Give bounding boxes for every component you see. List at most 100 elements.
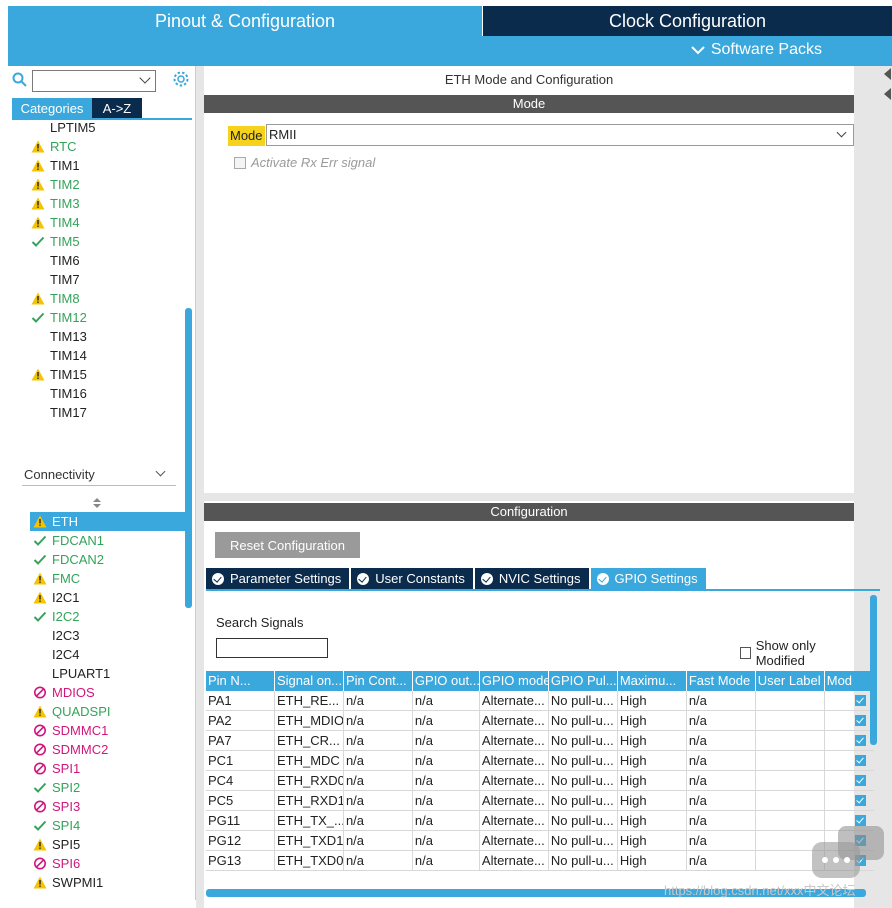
- modified-checkbox[interactable]: [854, 715, 866, 726]
- tab-nvic-settings[interactable]: NVIC Settings: [474, 568, 589, 589]
- sidebar-item-tim13[interactable]: TIM13: [28, 327, 184, 346]
- table-row[interactable]: PC4 ETH_RXD0 n/a n/a Alternate... No pull-u..…: [206, 771, 874, 791]
- gear-icon[interactable]: [172, 70, 190, 88]
- column-header[interactable]: GPIO Pul...: [549, 671, 618, 691]
- column-header[interactable]: Pin Cont...: [344, 671, 413, 691]
- sidebar-item-spi6[interactable]: SPI6: [30, 854, 186, 873]
- tab-gpio-settings[interactable]: GPIO Settings: [590, 568, 706, 589]
- sidebar-item-lptim5[interactable]: LPTIM5: [28, 118, 184, 137]
- chevron-down-icon[interactable]: [836, 127, 847, 138]
- sidebar-item-spi2[interactable]: SPI2: [30, 778, 186, 797]
- sidebar-item-mdios[interactable]: MDIOS: [30, 683, 186, 702]
- table-cell: High: [618, 691, 687, 711]
- rx-err-option[interactable]: Activate Rx Err signal: [234, 155, 375, 170]
- modified-checkbox[interactable]: [854, 695, 866, 706]
- show-only-modified-checkbox[interactable]: [740, 647, 751, 659]
- sidebar-item-spi1[interactable]: SPI1: [30, 759, 186, 778]
- sort-arrows-icon[interactable]: [92, 497, 102, 509]
- sidebar-item-tim4[interactable]: TIM4: [28, 213, 184, 232]
- table-row[interactable]: PC1 ETH_MDC n/a n/a Alternate... No pull-u...…: [206, 751, 874, 771]
- software-packs-menu[interactable]: Software Packs: [691, 41, 822, 59]
- table-row[interactable]: PG13 ETH_TXD0 n/a n/a Alternate... No pull-u.…: [206, 851, 874, 871]
- table-cell: No pull-u...: [549, 851, 618, 871]
- sidebar-item-spi4[interactable]: SPI4: [30, 816, 186, 835]
- panel-toggle-icon[interactable]: [882, 66, 892, 106]
- sidebar-item-i2c1[interactable]: I2C1: [30, 588, 186, 607]
- sidebar-item-i2c4[interactable]: I2C4: [30, 645, 186, 664]
- sidebar-item-quadspi[interactable]: QUADSPI: [30, 702, 186, 721]
- column-header[interactable]: User Label: [756, 671, 825, 691]
- sidebar-item-lpuart1[interactable]: LPUART1: [30, 664, 186, 683]
- tab-clock-configuration[interactable]: Clock Configuration: [483, 6, 892, 36]
- search-signals-input[interactable]: [216, 638, 328, 658]
- table-row[interactable]: PG11 ETH_TX_... n/a n/a Alternate... No pull-…: [206, 811, 874, 831]
- table-cell: n/a: [413, 831, 480, 851]
- sidebar-item-fdcan1[interactable]: FDCAN1: [30, 531, 186, 550]
- sidebar-item-sdmmc1[interactable]: SDMMC1: [30, 721, 186, 740]
- sidebar-item-spi3[interactable]: SPI3: [30, 797, 186, 816]
- warning-icon: [31, 216, 45, 229]
- column-header[interactable]: GPIO out...: [413, 671, 480, 691]
- sidebar-item-tim3[interactable]: TIM3: [28, 194, 184, 213]
- scrollbar-thumb[interactable]: [870, 595, 877, 745]
- sidebar-item-fdcan2[interactable]: FDCAN2: [30, 550, 186, 569]
- sidebar-item-i2c2[interactable]: I2C2: [30, 607, 186, 626]
- column-header[interactable]: Pin N...: [206, 671, 275, 691]
- column-header[interactable]: GPIO mode: [480, 671, 549, 691]
- column-header[interactable]: Mod: [825, 671, 875, 691]
- tab-a-z[interactable]: A->Z: [92, 98, 142, 118]
- table-cell: Alternate...: [480, 811, 549, 831]
- mode-select[interactable]: RMII: [266, 124, 854, 146]
- sidebar-item-i2c3[interactable]: I2C3: [30, 626, 186, 645]
- sidebar-item-tim7[interactable]: TIM7: [28, 270, 184, 289]
- sidebar-item-eth[interactable]: ETH: [30, 512, 186, 531]
- chevron-down-icon[interactable]: [139, 72, 151, 84]
- table-row[interactable]: PC5 ETH_RXD1 n/a n/a Alternate... No pull-u..…: [206, 791, 874, 811]
- check-icon: [31, 312, 45, 323]
- column-header[interactable]: Fast Mode: [687, 671, 756, 691]
- modified-checkbox[interactable]: [854, 775, 866, 786]
- table-cell: n/a: [413, 691, 480, 711]
- sidebar-item-tim12[interactable]: TIM12: [28, 308, 184, 327]
- column-header[interactable]: Signal on...: [275, 671, 344, 691]
- sidebar-item-tim17[interactable]: TIM17: [28, 403, 184, 422]
- sidebar-item-tim1[interactable]: TIM1: [28, 156, 184, 175]
- tab-user-constants[interactable]: User Constants: [351, 568, 473, 589]
- table-row[interactable]: PA1 ETH_RE... n/a n/a Alternate... No pull-u.…: [206, 691, 874, 711]
- sidebar-item-tim16[interactable]: TIM16: [28, 384, 184, 403]
- sidebar-item-swpmi1[interactable]: SWPMI1: [30, 873, 186, 892]
- sidebar-item-tim14[interactable]: TIM14: [28, 346, 184, 365]
- tab-categories[interactable]: Categories: [12, 98, 92, 118]
- modified-checkbox[interactable]: [854, 735, 866, 746]
- sidebar-item-tim15[interactable]: TIM15: [28, 365, 184, 384]
- sidebar-scrollbar[interactable]: [185, 122, 193, 900]
- sidebar-item-sdmmc2[interactable]: SDMMC2: [30, 740, 186, 759]
- sidebar-item-label: FDCAN1: [52, 533, 105, 548]
- tab-parameter-settings[interactable]: Parameter Settings: [206, 568, 350, 589]
- sidebar-item-tim6[interactable]: TIM6: [28, 251, 184, 270]
- table-row[interactable]: PA2 ETH_MDIO n/a n/a Alternate... No pull-u..…: [206, 711, 874, 731]
- table-cell: [756, 771, 825, 791]
- sidebar-item-tim5[interactable]: TIM5: [28, 232, 184, 251]
- tab-pinout-configuration[interactable]: Pinout & Configuration: [8, 6, 482, 36]
- sidebar-search-input[interactable]: [32, 70, 156, 92]
- rx-err-checkbox[interactable]: [234, 156, 246, 169]
- table-row[interactable]: PG12 ETH_TXD1 n/a n/a Alternate... No pull-u.…: [206, 831, 874, 851]
- column-header[interactable]: Maximu...: [618, 671, 687, 691]
- modified-checkbox[interactable]: [854, 795, 866, 806]
- sidebar-item-spi5[interactable]: SPI5: [30, 835, 186, 854]
- sidebar-item-fmc[interactable]: FMC: [30, 569, 186, 588]
- connectivity-category-header[interactable]: Connectivity: [22, 464, 176, 486]
- modified-checkbox[interactable]: [854, 755, 866, 766]
- search-icon[interactable]: [12, 72, 28, 88]
- sidebar-item-tim8[interactable]: TIM8: [28, 289, 184, 308]
- chevron-down-icon[interactable]: [155, 466, 166, 477]
- scrollbar-thumb[interactable]: [185, 308, 192, 608]
- chat-icon[interactable]: [810, 824, 886, 882]
- watermark: https://blog.csdn.net/xxx中文论坛: [664, 883, 856, 898]
- table-row[interactable]: PA7 ETH_CR... n/a n/a Alternate... No pull-u.…: [206, 731, 874, 751]
- reset-configuration-button[interactable]: Reset Configuration: [215, 532, 360, 558]
- sidebar-item-tim2[interactable]: TIM2: [28, 175, 184, 194]
- show-only-modified-option[interactable]: Show only Modified: [740, 638, 854, 668]
- sidebar-item-rtc[interactable]: RTC: [28, 137, 184, 156]
